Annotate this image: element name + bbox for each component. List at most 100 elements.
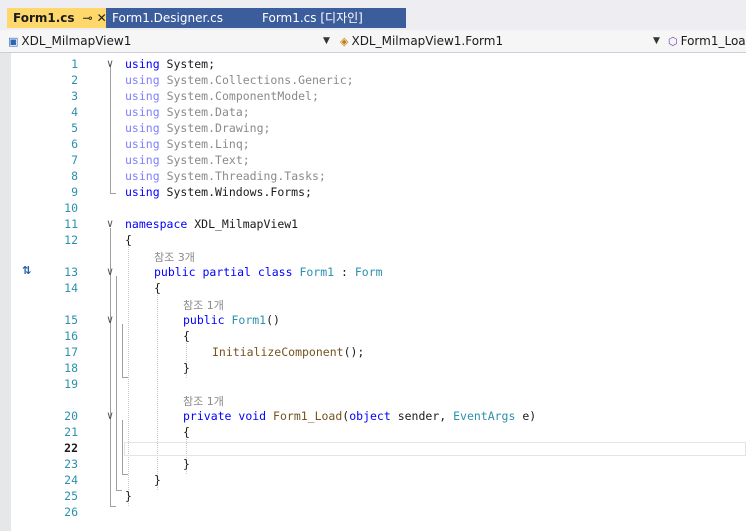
code-line[interactable]: 10: [0, 200, 746, 216]
line-number: 25: [64, 489, 78, 503]
tab-form1-cs-design[interactable]: Form1.cs [디자인]: [256, 8, 406, 28]
code-line[interactable]: 23}: [0, 456, 746, 472]
code-text: using System.Windows.Forms;: [125, 185, 312, 199]
code-line[interactable]: 18}: [0, 360, 746, 376]
code-line[interactable]: 19: [0, 376, 746, 392]
line-number: 23: [64, 457, 78, 471]
code-text: }: [183, 361, 190, 375]
code-text: namespace XDL_MilmapView1: [125, 217, 299, 231]
code-line[interactable]: 11 ∨ namespace XDL_MilmapView1: [0, 216, 746, 232]
code-line[interactable]: 12 {: [0, 232, 746, 248]
fold-chevron-icon[interactable]: ∨: [104, 56, 116, 72]
project-dropdown[interactable]: ▣ XDL_MilmapView1: [8, 32, 328, 50]
navigation-bar: ▣ XDL_MilmapView1 ▼ ◈ XDL_MilmapView1.Form…: [0, 30, 746, 53]
code-text: using System.ComponentModel;: [125, 89, 319, 103]
line-number: 5: [71, 121, 78, 135]
line-number: 13: [64, 265, 78, 279]
line-number: 11: [64, 217, 78, 231]
type-dropdown[interactable]: ◈ XDL_MilmapView1.Form1: [340, 32, 645, 50]
code-text: using System.Text;: [125, 153, 250, 167]
document-tab-bar: Form1.cs ⊸ ✕ Form1.Designer.cs Form1.cs [디…: [0, 0, 746, 30]
code-line[interactable]: 25}: [0, 488, 746, 504]
code-text: {: [125, 233, 132, 247]
code-line[interactable]: 9 using System.Windows.Forms;: [0, 184, 746, 200]
fold-chevron-icon[interactable]: ∨: [104, 408, 116, 424]
line-number: 8: [71, 169, 78, 183]
line-number: 20: [64, 409, 78, 423]
code-text: using System.Linq;: [125, 137, 250, 151]
chevron-down-icon[interactable]: ▼: [323, 32, 330, 50]
code-text: public Form1(): [183, 313, 280, 327]
tab-form1-designer-cs[interactable]: Form1.Designer.cs: [106, 8, 256, 28]
code-text: InitializeComponent();: [212, 345, 365, 359]
method-icon: ⬡: [668, 35, 678, 48]
line-number: 21: [64, 425, 78, 439]
code-line[interactable]: 13 ∨ public partial class Form1 : Form: [0, 264, 746, 280]
chevron-down-icon[interactable]: ▼: [653, 32, 660, 50]
code-line[interactable]: 17 InitializeComponent();: [0, 344, 746, 360]
code-line[interactable]: 16 {: [0, 328, 746, 344]
line-number: 1: [71, 57, 78, 71]
code-line[interactable]: 22: [0, 440, 746, 456]
line-number: 4: [71, 105, 78, 119]
fold-chevron-icon[interactable]: ∨: [104, 312, 116, 328]
code-text: {: [183, 329, 190, 343]
code-line[interactable]: 8 using System.Threading.Tasks;: [0, 168, 746, 184]
fold-chevron-icon[interactable]: ∨: [104, 216, 116, 232]
code-text: {: [154, 281, 161, 295]
code-line[interactable]: 14 {: [0, 280, 746, 296]
line-number: 22: [64, 441, 78, 455]
member-dropdown-value: Form1_Load: [680, 34, 746, 48]
tab-form1-cs[interactable]: Form1.cs ⊸ ✕: [7, 8, 107, 28]
line-number: 24: [64, 473, 78, 487]
line-number: 6: [71, 137, 78, 151]
line-number: 16: [64, 329, 78, 343]
code-line[interactable]: 20 ∨ private void Form1_Load(object sender…: [0, 408, 746, 424]
project-dropdown-value: XDL_MilmapView1: [21, 34, 132, 48]
code-line[interactable]: 1 ∨ using System;: [0, 56, 746, 72]
code-line[interactable]: 7 using System.Text;: [0, 152, 746, 168]
line-number: 9: [71, 185, 78, 199]
line-number: 26: [64, 505, 78, 519]
code-line[interactable]: 4 using System.Data;: [0, 104, 746, 120]
line-number: 12: [64, 233, 78, 247]
tab-label: Form1.cs [디자인]: [262, 11, 363, 25]
fold-chevron-icon[interactable]: ∨: [104, 264, 116, 280]
code-line[interactable]: 6 using System.Linq;: [0, 136, 746, 152]
line-number: 7: [71, 153, 78, 167]
code-text: using System.Threading.Tasks;: [125, 169, 326, 183]
code-text: {: [183, 425, 190, 439]
code-text: using System.Drawing;: [125, 121, 271, 135]
code-text: }: [125, 489, 132, 503]
code-text: using System.Data;: [125, 105, 250, 119]
tab-label: Form1.cs: [13, 11, 75, 25]
code-line[interactable]: 3 using System.ComponentModel;: [0, 88, 746, 104]
code-text: }: [183, 457, 190, 471]
line-number: 19: [64, 377, 78, 391]
class-icon: ◈: [340, 35, 349, 48]
code-text: private void Form1_Load(object sender, E…: [183, 409, 537, 423]
code-text: using System.Collections.Generic;: [125, 73, 354, 87]
code-line[interactable]: 21 {: [0, 424, 746, 440]
code-line[interactable]: 5 using System.Drawing;: [0, 120, 746, 136]
csharp-project-icon: ▣: [8, 35, 19, 48]
line-number: 17: [64, 345, 78, 359]
pin-icon[interactable]: ⊸: [83, 11, 93, 25]
line-number: 2: [71, 73, 78, 87]
type-dropdown-value: XDL_MilmapView1.Form1: [351, 34, 504, 48]
tab-label: Form1.Designer.cs: [112, 11, 223, 25]
code-text: }: [154, 473, 161, 487]
line-number: 3: [71, 89, 78, 103]
code-line[interactable]: 26: [0, 504, 746, 520]
line-number: 15: [64, 313, 78, 327]
code-line[interactable]: 2 using System.Collections.Generic;: [0, 72, 746, 88]
line-number: 18: [64, 361, 78, 375]
code-text: public partial class Form1 : Form: [154, 265, 383, 279]
line-number: 10: [64, 201, 78, 215]
code-text: using System;: [125, 57, 216, 71]
code-line[interactable]: 24}: [0, 472, 746, 488]
member-dropdown[interactable]: ⬡ Form1_Load: [668, 32, 746, 50]
code-editor[interactable]: ⇅ 1 ∨ using System; 2 using System.Collectio…: [0, 53, 746, 531]
code-line[interactable]: 15 ∨ public Form1(): [0, 312, 746, 328]
line-number: 14: [64, 281, 78, 295]
